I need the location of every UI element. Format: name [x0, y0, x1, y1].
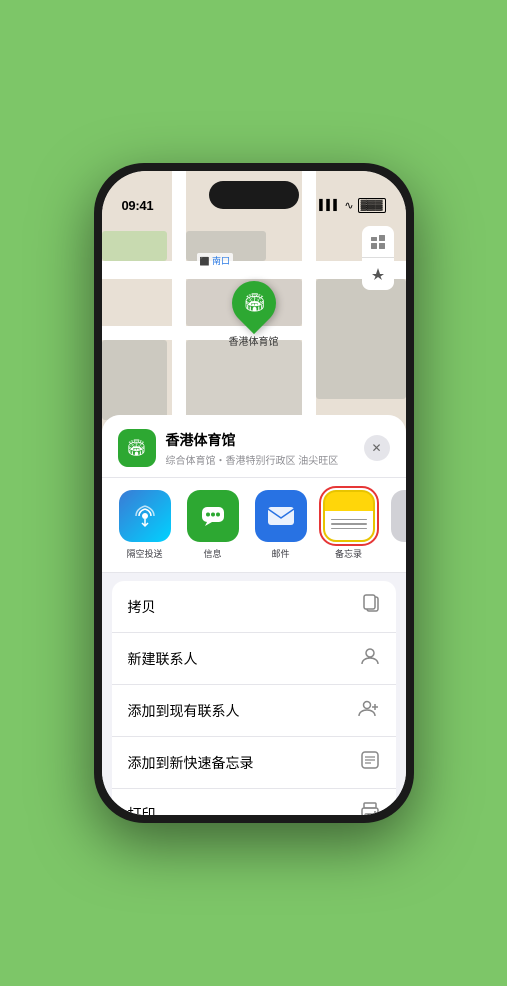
action-copy[interactable]: 拷贝: [112, 581, 396, 633]
action-new-contact-label: 新建联系人: [128, 649, 198, 669]
wifi-icon: ∿: [344, 199, 353, 212]
location-subtitle: 综合体育馆・香港特别行政区 油尖旺区: [166, 452, 354, 467]
copy-icon: [362, 594, 380, 619]
action-list: 拷贝 新建联系人: [112, 581, 396, 815]
share-message[interactable]: 信息: [184, 490, 242, 560]
location-button[interactable]: [362, 258, 394, 290]
message-icon: [187, 490, 239, 542]
share-notes[interactable]: 备忘录: [320, 490, 378, 560]
location-icon: 🏟: [118, 429, 156, 467]
notes-line: [331, 523, 367, 525]
pin-icon: 🏟: [242, 293, 265, 314]
more-icon: [391, 490, 406, 542]
action-print-label: 打印: [128, 804, 156, 816]
add-notes-icon: [360, 750, 380, 775]
share-mail[interactable]: 邮件: [252, 490, 310, 560]
status-time: 09:41: [122, 198, 154, 213]
action-add-existing-label: 添加到现有联系人: [128, 701, 240, 721]
bottom-sheet: 🏟 香港体育馆 综合体育馆・香港特别行政区 油尖旺区 ✕: [102, 415, 406, 815]
notes-line: [331, 528, 367, 530]
status-bar: 09:41 ▌▌▌ ∿ ▓▓▓: [102, 171, 406, 219]
share-airdrop[interactable]: 隔空投送: [116, 490, 174, 560]
pin-circle: 🏟: [222, 272, 284, 334]
notes-line: [331, 519, 367, 521]
action-copy-label: 拷贝: [128, 597, 156, 617]
map-controls: [362, 226, 394, 290]
phone-screen: 09:41 ▌▌▌ ∿ ▓▓▓ ⬛ 南口: [102, 171, 406, 815]
print-icon: [360, 802, 380, 815]
share-more[interactable]: 提: [388, 490, 406, 560]
mail-label: 邮件: [271, 547, 289, 560]
close-button[interactable]: ✕: [364, 435, 390, 461]
location-name: 香港体育馆: [166, 430, 354, 450]
location-pin: 🏟 香港体育馆: [229, 281, 279, 348]
action-add-existing[interactable]: 添加到现有联系人: [112, 685, 396, 737]
location-info: 香港体育馆 综合体育馆・香港特别行政区 油尖旺区: [166, 430, 354, 467]
new-contact-icon: [360, 646, 380, 671]
action-print[interactable]: 打印: [112, 789, 396, 815]
map-block: [186, 340, 302, 420]
battery-icon: ▓▓▓: [358, 198, 386, 213]
pin-label: 香港体育馆: [229, 333, 279, 348]
share-row: 隔空投送 信息: [102, 478, 406, 573]
map-block: [102, 340, 167, 420]
map-label: ⬛ 南口: [197, 253, 234, 268]
map-green: [102, 231, 167, 261]
notes-icon: [323, 490, 375, 542]
add-existing-icon: [358, 698, 380, 723]
action-add-notes-label: 添加到新快速备忘录: [128, 753, 254, 773]
location-header: 🏟 香港体育馆 综合体育馆・香港特别行政区 油尖旺区 ✕: [102, 415, 406, 478]
status-icons: ▌▌▌ ∿ ▓▓▓: [319, 198, 385, 213]
notes-lines: [331, 519, 367, 533]
phone-frame: 09:41 ▌▌▌ ∿ ▓▓▓ ⬛ 南口: [94, 163, 414, 823]
airdrop-label: 隔空投送: [126, 547, 162, 560]
action-add-notes[interactable]: 添加到新快速备忘录: [112, 737, 396, 789]
signal-icon: ▌▌▌: [319, 200, 340, 211]
action-new-contact[interactable]: 新建联系人: [112, 633, 396, 685]
mail-icon: [255, 490, 307, 542]
airdrop-icon: [119, 490, 171, 542]
notes-label: 备忘录: [335, 547, 362, 560]
message-label: 信息: [203, 547, 221, 560]
map-block: [316, 279, 406, 399]
map-road: [102, 261, 406, 279]
map-type-button[interactable]: [362, 226, 394, 258]
